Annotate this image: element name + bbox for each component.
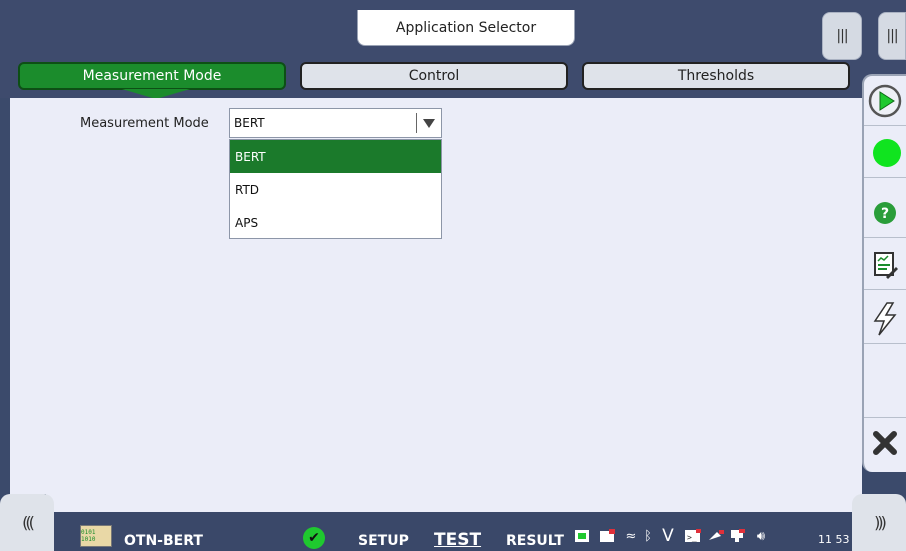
report-icon <box>874 251 898 279</box>
power-icon <box>573 528 593 544</box>
tab-label: Measurement Mode <box>82 68 222 84</box>
play-icon <box>868 84 902 117</box>
app-icon: 0101 1010 <box>80 525 112 547</box>
lightning-button[interactable] <box>864 294 906 344</box>
menu-handle-right[interactable]: ||| <box>878 12 906 60</box>
option-rtd[interactable]: RTD <box>230 173 441 206</box>
clock: 11 53 <box>818 533 850 546</box>
chevron-down-icon[interactable] <box>423 119 435 128</box>
tab-label: Thresholds <box>677 68 755 84</box>
measurement-mode-dropdown: BERT RTD APS <box>229 139 442 239</box>
application-selector-label: Application Selector <box>395 19 537 36</box>
app-icon-text: 0101 1010 <box>81 529 96 543</box>
setup-button[interactable]: SETUP <box>358 533 409 549</box>
tab-control[interactable]: Control <box>300 62 568 90</box>
start-button[interactable] <box>864 76 906 126</box>
wifi-icon: ≈ <box>625 528 637 544</box>
menu-handle-icon: ||| <box>886 28 898 44</box>
volume-icon: 🔊︎ <box>756 528 766 544</box>
terminal-icon: >_ <box>683 528 703 544</box>
right-sidebar: ? <box>862 74 906 472</box>
svg-text:>_: >_ <box>687 533 697 542</box>
measurement-mode-label: Measurement Mode <box>80 116 209 131</box>
close-button[interactable] <box>864 418 906 468</box>
menu-handle-left[interactable]: ||| <box>822 12 862 60</box>
tab-measurement-mode[interactable]: Measurement Mode <box>18 62 286 90</box>
menu-handle-icon: ||| <box>836 28 848 44</box>
svg-text:?: ? <box>881 206 889 222</box>
tab-label: Control <box>408 68 460 84</box>
right-panel-toggle[interactable]: ))) <box>852 494 906 551</box>
measurement-mode-value: BERT <box>234 116 265 130</box>
measurement-mode-select[interactable]: BERT <box>229 108 442 138</box>
combo-separator <box>416 113 417 133</box>
check-icon: ✔ <box>303 527 325 549</box>
v-icon: V <box>662 526 674 546</box>
left-arrows-icon: ((( <box>22 513 35 532</box>
empty-slot <box>864 348 906 418</box>
bluetooth-icon: ᛒ <box>644 528 652 544</box>
result-button[interactable]: RESULT <box>506 533 564 549</box>
satellite-icon <box>707 528 725 544</box>
option-bert[interactable]: BERT <box>230 140 441 173</box>
content-panel-bottom <box>46 494 862 512</box>
help-icon: ? <box>874 201 896 224</box>
network-icon <box>729 528 747 544</box>
right-arrows-icon: ))) <box>874 513 887 532</box>
help-button[interactable]: ? <box>864 188 906 238</box>
left-panel-toggle[interactable]: ((( <box>0 494 54 551</box>
application-selector-button[interactable]: Application Selector <box>357 10 575 46</box>
camera-icon <box>598 528 618 544</box>
tab-thresholds[interactable]: Thresholds <box>582 62 850 90</box>
app-name: OTN-BERT <box>124 533 203 549</box>
close-icon <box>873 431 897 455</box>
option-aps[interactable]: APS <box>230 206 441 239</box>
lightning-icon <box>873 301 897 335</box>
test-button[interactable]: TEST <box>434 530 481 550</box>
status-led-icon <box>873 138 901 167</box>
status-led-button[interactable] <box>864 128 906 178</box>
report-button[interactable] <box>864 240 906 290</box>
